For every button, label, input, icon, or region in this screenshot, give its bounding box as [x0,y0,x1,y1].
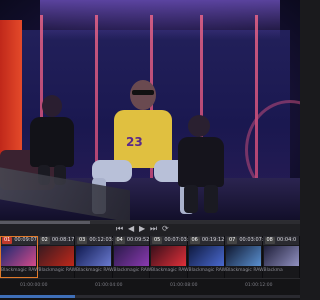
clip-number: 06 [189,237,200,244]
skip-forward-icon[interactable]: ⏭ [150,225,157,233]
clip-thumbnail-strip: 01 00:09:07:28 Blackmagic RAW 02 00:08:17:07… [0,236,300,278]
clip-codec-label: Blackmagic RAW [151,268,189,273]
clip-item[interactable]: 08 00:04:0 Blackma [262,236,300,278]
clip-item[interactable]: 06 00:19:12:12 Blackmagic RAW [187,236,232,278]
clip-thumbnail [113,246,149,266]
clip-thumbnail [1,246,36,266]
clip-header: 02 00:08:17:07 [37,236,82,245]
scrub-progress [0,221,90,224]
clip-thumbnail [226,246,261,266]
clip-header: 03 00:12:03:03 [75,236,120,245]
clip-number: 04 [114,237,125,244]
clip-number: 08 [264,237,275,244]
clip-thumbnail [38,246,74,266]
clip-timecode: 00:04:0 [276,237,297,243]
clip-thumbnail [188,246,224,266]
clip-codec-label: Blackmagic RAW [38,268,77,273]
clip-item[interactable]: 01 00:09:07:28 Blackmagic RAW [0,236,45,278]
clip-codec-label: Blackmagic RAW [76,268,114,273]
timeline-timecode: 01:00:00:00 [20,283,48,288]
clip-item[interactable]: 05 00:07:03:15 Blackmagic RAW [150,236,195,278]
stage-top-light [40,0,280,40]
clip-number: 03 [77,237,88,244]
clip-number: 07 [227,237,238,244]
clip-codec-label: Blackmagic RAW [1,268,39,273]
clip-header: 04 00:09:52:16 [112,236,157,245]
clip-thumbnail [263,246,299,266]
clip-item[interactable]: 04 00:09:52:16 Blackmagic RAW [112,236,157,278]
clip-thumbnail [76,246,111,266]
clip-item[interactable]: 02 00:08:17:07 Blackmagic RAW [37,236,82,278]
timeline[interactable]: 01:00:00:00 01:00:04:00 01:00:08:00 01:0… [0,278,300,300]
clip-thumbnail [151,246,186,266]
clip-number: 02 [39,237,50,244]
clip-header: 01 00:09:07:28 [0,236,45,245]
clip-codec-label: Blackmagic RAW [113,268,152,273]
clip-codec-label: Blackmagic RAW [226,268,264,273]
loop-icon[interactable]: ⟳ [162,225,169,233]
video-viewer[interactable]: 23 [0,0,300,220]
clip-item[interactable]: 03 00:12:03:03 Blackmagic RAW [75,236,120,278]
stop-icon[interactable]: ◀ [128,225,134,233]
clip-number: 05 [152,237,163,244]
clip-header: 06 00:19:12:12 [187,236,232,245]
timeline-timecode: 01:00:12:00 [245,283,273,288]
timeline-track-progress [0,295,75,298]
timeline-timecode: 01:00:08:00 [170,283,198,288]
clip-number: 01 [2,237,13,244]
timeline-timecode: 01:00:04:00 [95,283,123,288]
clip-header: 08 00:04:0 [262,236,299,245]
clip-item[interactable]: 07 00:03:07:05 Blackmagic RAW [225,236,270,278]
play-icon[interactable]: ▶ [139,225,145,233]
clip-header: 07 00:03:07:05 [225,236,270,245]
transport-bar: ⏮ ◀ ▶ ⏭ ⟳ [0,220,300,236]
clip-header: 05 00:07:03:15 [150,236,195,245]
clip-codec-label: Blackma [263,268,283,273]
skip-back-icon[interactable]: ⏮ [116,225,123,233]
clip-codec-label: Blackmagic RAW [188,268,227,273]
